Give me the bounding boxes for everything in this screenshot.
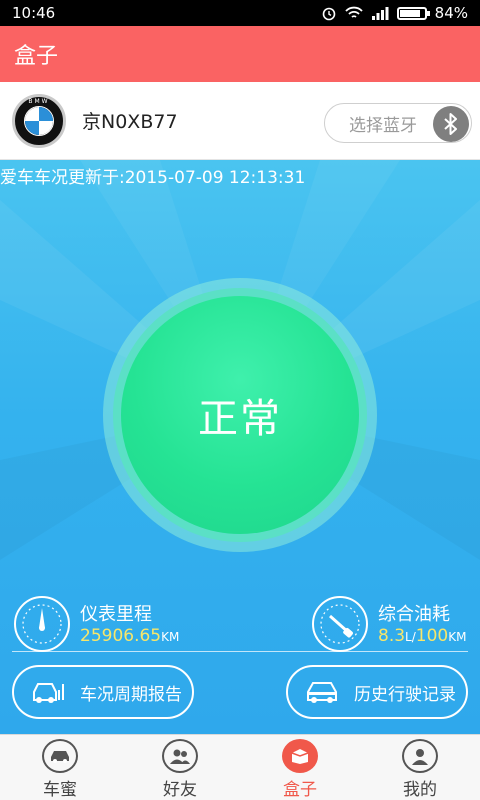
status-label: 正常 [198, 396, 282, 442]
status-ring: 正常 [103, 278, 377, 552]
tab-label: 盒子 [283, 780, 317, 800]
bottom-tab-bar: 车蜜 好友 盒子 我的 [0, 734, 480, 800]
status-icons: 84% [321, 4, 468, 22]
wifi-icon [345, 6, 363, 18]
report-label: 车况周期报告 [80, 684, 182, 705]
fuel-value: 8.3L/100KM [378, 626, 466, 646]
friends-icon [162, 739, 198, 773]
fuel-label: 综合油耗 [378, 604, 450, 625]
tab-box[interactable]: 盒子 [240, 735, 360, 800]
page-title: 盒子 [14, 44, 59, 69]
tab-label: 我的 [403, 780, 437, 800]
mileage-value: 25906.65KM [80, 626, 179, 646]
battery-percent: 84% [434, 4, 468, 22]
fuel-unit-liter: L/ [405, 630, 416, 644]
status-bar: 10:46 84% [0, 0, 480, 26]
fuel-gauge-icon [312, 596, 368, 652]
car-icon [42, 739, 78, 773]
car-plate: 京N0XB77 [82, 111, 178, 133]
mileage-number: 25906.65 [80, 626, 162, 646]
odometer-icon [14, 596, 70, 652]
bluetooth-select-button[interactable]: 选择蓝牙 [324, 103, 472, 143]
car-report-icon [30, 677, 66, 707]
tab-label: 车蜜 [43, 780, 77, 800]
app-bar: 盒子 [0, 26, 480, 82]
bluetooth-icon[interactable] [433, 106, 469, 142]
tab-me[interactable]: 我的 [360, 735, 480, 800]
bmw-roundel [24, 105, 54, 136]
car-status-panel: 爱车车况更新于:2015-07-09 12:13:31 正常 仪表里程 2590… [0, 160, 480, 734]
tab-friends[interactable]: 好友 [120, 735, 240, 800]
car-header: BMW 京N0XB77 选择蓝牙 [0, 82, 480, 160]
alarm-icon [322, 7, 335, 21]
report-button[interactable]: 车况周期报告 [12, 665, 194, 719]
person-icon [402, 739, 438, 773]
bluetooth-placeholder: 选择蓝牙 [349, 115, 417, 136]
battery-icon [396, 6, 430, 20]
signal-icon [371, 7, 389, 20]
mileage-label: 仪表里程 [80, 604, 152, 625]
status-circle-button[interactable]: 正常 [121, 296, 359, 534]
fuel-unit-km: KM [448, 630, 467, 644]
bmw-logo-icon: BMW [12, 93, 66, 148]
fuel-number-100: 100 [415, 626, 449, 646]
history-button[interactable]: 历史行驶记录 [286, 665, 468, 719]
fuel-number: 8.3 [378, 626, 406, 646]
history-label: 历史行驶记录 [354, 684, 456, 705]
tab-label: 好友 [163, 780, 197, 800]
mileage-unit: KM [161, 630, 180, 644]
car-history-icon [304, 677, 340, 707]
status-time: 10:46 [12, 4, 56, 22]
box-icon [282, 739, 318, 773]
update-timestamp: 爱车车况更新于:2015-07-09 12:13:31 [0, 168, 306, 188]
bmw-badge-text: BMW [28, 97, 50, 105]
divider [12, 651, 468, 652]
tab-chemi[interactable]: 车蜜 [0, 735, 120, 800]
